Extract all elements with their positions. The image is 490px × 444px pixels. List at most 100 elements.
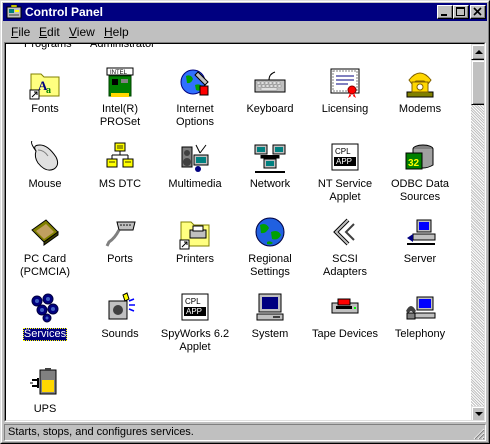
odbc-icon: 32 bbox=[405, 144, 434, 170]
mouse-icon bbox=[31, 141, 59, 171]
multimedia-icon bbox=[181, 144, 209, 172]
item-label: Internet Options bbox=[176, 103, 214, 128]
telephony-icon bbox=[406, 296, 436, 320]
item-label: Telephony bbox=[394, 328, 446, 340]
icon-view-inner: Programs Administrator A a Fonts INTEL I… bbox=[5, 43, 485, 421]
menu-file[interactable]: File bbox=[8, 25, 33, 39]
services-gears-icon bbox=[31, 293, 59, 323]
item-server[interactable]: Server bbox=[383, 216, 457, 266]
item-sounds[interactable]: Sounds bbox=[83, 291, 157, 341]
item-printers[interactable]: Printers bbox=[158, 216, 232, 266]
item-regional-settings[interactable]: Regional Settings bbox=[233, 216, 307, 279]
serial-port-icon bbox=[105, 221, 136, 247]
title-bar[interactable]: Control Panel bbox=[3, 3, 487, 21]
menu-edit[interactable]: Edit bbox=[36, 25, 63, 39]
item-label: Tape Devices bbox=[311, 328, 379, 340]
item-label: PC Card (PCMCIA) bbox=[19, 253, 71, 278]
item-nt-service-applet[interactable]: CPL APP NT Service Applet bbox=[308, 141, 382, 204]
minimize-icon bbox=[441, 14, 447, 16]
speaker-icon bbox=[108, 292, 135, 320]
item-ups[interactable]: UPS bbox=[8, 366, 82, 416]
partial-item-programs[interactable]: Programs bbox=[24, 44, 72, 51]
item-label: Regional Settings bbox=[248, 253, 292, 278]
item-network[interactable]: Network bbox=[233, 141, 307, 191]
telephone-modem-icon bbox=[406, 72, 434, 98]
internet-globe-icon bbox=[180, 69, 209, 96]
icon-view[interactable]: Programs Administrator A a Fonts INTEL I… bbox=[4, 42, 486, 422]
network-card-icon: INTEL bbox=[106, 67, 134, 97]
item-tape-devices[interactable]: Tape Devices bbox=[308, 291, 382, 341]
scroll-up-button[interactable] bbox=[471, 44, 484, 60]
status-bar: Starts, stops, and configures services. bbox=[4, 424, 486, 441]
item-label: Ports bbox=[107, 253, 133, 265]
fonts-folder-icon: A a bbox=[29, 73, 60, 100]
scroll-thumb[interactable] bbox=[471, 60, 484, 105]
partial-item-administrator[interactable]: Administrator bbox=[90, 44, 155, 51]
svg-text:32: 32 bbox=[408, 158, 420, 169]
item-label: SpyWorks 6.2 Applet bbox=[160, 328, 230, 353]
certificate-icon bbox=[330, 68, 360, 98]
item-modems[interactable]: Modems bbox=[383, 66, 457, 116]
scsi-icon bbox=[333, 218, 355, 246]
minimize-button[interactable] bbox=[437, 5, 453, 19]
cpl-applet-icon: CPL APP bbox=[181, 293, 209, 321]
item-internet-options[interactable]: Internet Options bbox=[158, 66, 232, 129]
item-intel-proset[interactable]: INTEL Intel(R) PROSet bbox=[83, 66, 157, 129]
item-fonts[interactable]: A a Fonts bbox=[8, 66, 82, 116]
item-licensing[interactable]: Licensing bbox=[308, 66, 382, 116]
control-panel-icon bbox=[6, 4, 22, 19]
item-label: Sounds bbox=[101, 328, 139, 340]
server-icon bbox=[407, 219, 436, 245]
item-odbc-data-sources[interactable]: 32 ODBC Data Sources bbox=[383, 141, 457, 204]
item-label: Multimedia bbox=[168, 178, 222, 190]
item-label-selected: Services bbox=[22, 328, 68, 341]
item-system[interactable]: System bbox=[233, 291, 307, 341]
printers-folder-icon bbox=[179, 221, 210, 250]
cpl-applet-icon: CPL APP bbox=[331, 143, 359, 171]
svg-text:CPL: CPL bbox=[185, 297, 201, 306]
menu-bar: File Edit View Help bbox=[4, 23, 486, 41]
resize-grip-icon[interactable] bbox=[473, 428, 485, 440]
item-label: Fonts bbox=[31, 103, 59, 115]
close-icon bbox=[473, 7, 482, 16]
network-computers-icon bbox=[254, 144, 286, 173]
maximize-icon bbox=[456, 7, 465, 16]
item-label: ODBC Data Sources bbox=[390, 178, 450, 203]
item-ms-dtc[interactable]: MS DTC bbox=[83, 141, 157, 191]
vertical-scrollbar[interactable] bbox=[471, 44, 484, 420]
maximize-button[interactable] bbox=[453, 5, 469, 19]
regional-globe-icon bbox=[255, 217, 285, 247]
item-multimedia[interactable]: Multimedia bbox=[158, 141, 232, 191]
item-services[interactable]: Services bbox=[8, 291, 82, 341]
item-label: MS DTC bbox=[98, 178, 142, 190]
svg-text:CPL: CPL bbox=[335, 147, 351, 156]
item-label: SCSI Adapters bbox=[322, 253, 368, 278]
menu-view[interactable]: View bbox=[66, 25, 98, 39]
battery-icon bbox=[30, 368, 57, 395]
dtc-icon bbox=[106, 142, 134, 168]
close-button[interactable] bbox=[470, 5, 486, 19]
item-label: Server bbox=[403, 253, 437, 265]
item-keyboard[interactable]: Keyboard bbox=[233, 66, 307, 116]
svg-text:INTEL: INTEL bbox=[110, 70, 128, 76]
item-label: Modems bbox=[398, 103, 442, 115]
svg-text:APP: APP bbox=[186, 307, 202, 316]
arrow-up-icon bbox=[475, 50, 483, 54]
item-mouse[interactable]: Mouse bbox=[8, 141, 82, 191]
scroll-down-button[interactable] bbox=[471, 406, 484, 420]
menu-help[interactable]: Help bbox=[101, 25, 132, 39]
svg-text:a: a bbox=[46, 85, 51, 96]
item-telephony[interactable]: Telephony bbox=[383, 291, 457, 341]
item-scsi-adapters[interactable]: SCSI Adapters bbox=[308, 216, 382, 279]
item-label: Intel(R) PROSet bbox=[99, 103, 141, 128]
item-label: Network bbox=[249, 178, 291, 190]
control-panel-window: Control Panel File Edit View Help Progra… bbox=[0, 0, 490, 444]
item-label: Keyboard bbox=[246, 103, 294, 115]
item-label: UPS bbox=[33, 403, 57, 415]
item-label: Mouse bbox=[28, 178, 62, 190]
window-title: Control Panel bbox=[25, 5, 104, 19]
item-pc-card[interactable]: PC Card (PCMCIA) bbox=[8, 216, 82, 279]
item-ports[interactable]: Ports bbox=[83, 216, 157, 266]
item-spyworks-applet[interactable]: CPL APP SpyWorks 6.2 Applet bbox=[158, 291, 232, 354]
item-label: NT Service Applet bbox=[317, 178, 373, 203]
